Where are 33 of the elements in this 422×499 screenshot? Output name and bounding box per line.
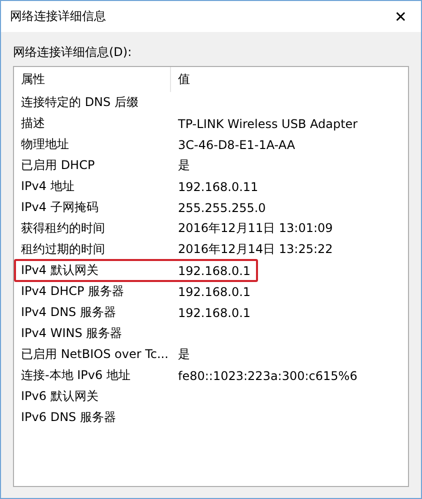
value-cell-text: 2016年12月14日 13:25:22 xyxy=(177,241,334,258)
value-cell-text: 192.168.0.1 xyxy=(177,304,252,322)
column-header[interactable]: 属性 xyxy=(14,67,171,92)
value-cell-text: 192.168.0.11 xyxy=(177,178,260,196)
value-cell-text: 192.168.0.1 xyxy=(177,284,252,300)
value-cell-text: TP-LINK Wireless USB Adapter xyxy=(177,116,359,132)
list-label: 网络连接详细信息(D): xyxy=(13,44,133,61)
value-cell-text: 是 xyxy=(177,346,191,363)
value-cell-text: fe80::1023:223a:300:c615%6 xyxy=(177,368,358,384)
property-cell-text: IPv6 DNS 服务器 xyxy=(20,409,117,426)
property-cell-text: IPv4 默认网关 xyxy=(20,262,100,279)
property-cell-text: 已启用 DHCP xyxy=(20,157,96,174)
property-cell-text: IPv4 地址 xyxy=(20,178,76,195)
property-cell-text: IPv4 DHCP 服务器 xyxy=(20,283,126,300)
column-header[interactable]: 值 xyxy=(171,67,408,92)
property-cell-text: IPv6 默认网关 xyxy=(20,388,100,405)
close-button[interactable]: ✕ xyxy=(390,8,411,26)
property-cell-text: IPv4 子网掩码 xyxy=(20,199,100,216)
property-cell-text: 获得租约的时间 xyxy=(20,220,106,237)
property-cell-text: 已启用 NetBIOS over Tc... xyxy=(20,346,170,363)
value-cell-text: 3C-46-D8-E1-1A-AA xyxy=(177,136,296,154)
property-cell-text: 租约过期的时间 xyxy=(20,241,106,258)
property-cell-text: 连接-本地 IPv6 地址 xyxy=(20,367,132,384)
property-cell-text: 物理地址 xyxy=(20,136,70,153)
property-cell-text: 描述 xyxy=(20,115,46,132)
window-title: 网络连接详细信息 xyxy=(10,8,106,25)
value-cell-text: 是 xyxy=(177,157,191,174)
property-cell-text: IPv4 WINS 服务器 xyxy=(20,325,124,342)
value-cell-text: 192.168.0.1 xyxy=(177,262,252,280)
property-cell-text: 连接特定的 DNS 后缀 xyxy=(20,94,140,111)
value-cell-text: 2016年12月11日 13:01:09 xyxy=(177,220,334,237)
property-cell-text: IPv4 DNS 服务器 xyxy=(20,304,117,321)
value-cell-text: 255.255.255.0 xyxy=(177,200,267,216)
